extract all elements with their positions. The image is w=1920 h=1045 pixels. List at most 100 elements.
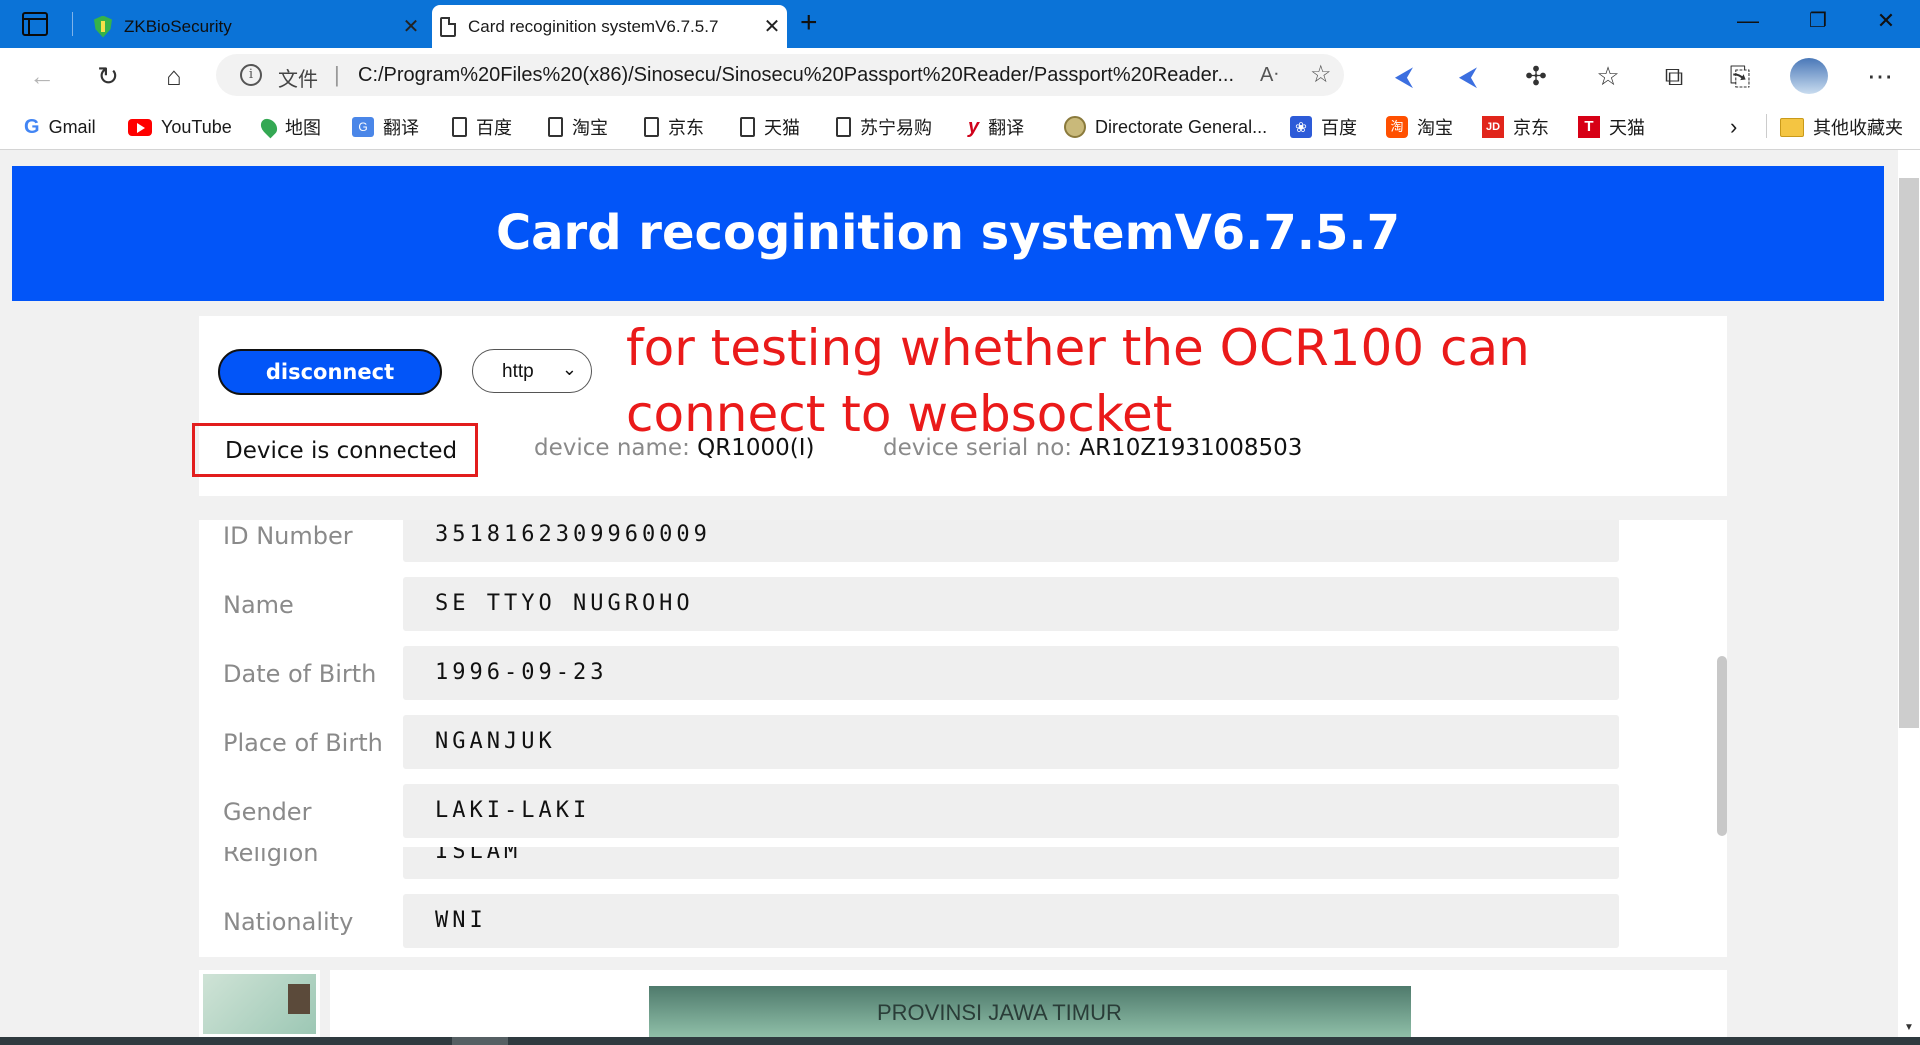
extension-icon[interactable]: ⮜ — [1450, 60, 1486, 92]
favorites-icon[interactable]: ☆ — [1590, 60, 1626, 92]
restore-icon[interactable]: ❐ — [1798, 8, 1838, 33]
bookmark-label: 天猫 — [1609, 118, 1645, 138]
info-icon[interactable]: i — [240, 64, 262, 86]
chevron-down-icon: ⌄ — [561, 359, 577, 379]
disconnect-button[interactable]: disconnect — [218, 349, 442, 395]
field-value-box[interactable]: NGANJUK — [403, 715, 1619, 769]
tab-card-recognition[interactable]: Card recoginition systemV6.7.5.7 ✕ — [432, 5, 787, 48]
bookmark-label: 百度 — [476, 118, 512, 138]
field-value: 3518162309960009 — [435, 522, 711, 547]
scroll-down-icon[interactable]: ▼ — [1904, 1022, 1914, 1033]
page-icon — [548, 117, 563, 137]
scrollbar-thumb[interactable] — [452, 1037, 508, 1045]
taobao-icon: 淘 — [1386, 116, 1408, 138]
bookmark-gmail[interactable]: G Gmail — [24, 114, 96, 140]
bookmark-label: Directorate General... — [1095, 116, 1268, 137]
bookmark-taobao-2[interactable]: 淘淘宝 — [1386, 114, 1453, 140]
bookmark-maps[interactable]: 地图 — [257, 114, 321, 140]
google-icon: G — [24, 115, 40, 138]
tab-zkbiosecurity[interactable]: ZKBioSecurity ✕ — [86, 5, 426, 48]
field-value: NGANJUK — [435, 729, 556, 754]
field-value-box[interactable]: WNI — [403, 894, 1619, 948]
zkbiosecurity-shield-icon — [94, 15, 112, 38]
home-icon[interactable]: ⌂ — [156, 60, 192, 92]
bookmark-label: 淘宝 — [1417, 118, 1453, 138]
bookmark-taobao[interactable]: 淘宝 — [548, 114, 608, 140]
bookmark-tmall-2[interactable]: T 天猫 — [1578, 114, 1645, 140]
url-text[interactable]: C:/Program%20Files%20(x86)/Sinosecu/Sino… — [358, 64, 1238, 87]
bookmark-youdao[interactable]: y 翻译 — [968, 114, 1024, 140]
field-value-box[interactable]: 3518162309960009 — [403, 520, 1619, 562]
card-image-text: PROVINSI JAWA TIMUR — [877, 1000, 1122, 1025]
protocol-value: http — [502, 361, 534, 382]
fields-scrollbar[interactable] — [1717, 656, 1727, 836]
field-value: LAKI-LAKI — [435, 798, 591, 823]
close-icon[interactable]: ✕ — [757, 14, 787, 39]
share-icon[interactable]: ⎘ — [1722, 60, 1758, 92]
device-name-info: device name: QR1000(I) — [534, 435, 815, 461]
card-image-panel: PROVINSI JAWA TIMUR — [330, 970, 1727, 1037]
field-label: Name — [223, 591, 294, 619]
protocol-select[interactable]: http ⌄ — [472, 349, 592, 393]
jd-icon: JD — [1482, 116, 1504, 138]
bookmark-tmall[interactable]: 天猫 — [740, 114, 800, 140]
field-value-box[interactable]: 1996-09-23 — [403, 646, 1619, 700]
id-card-fields-continued: Religion ISLAM Nationality WNI — [199, 847, 1727, 957]
bookmark-label: 翻译 — [383, 118, 419, 138]
field-row-id-number: ID Number 3518162309960009 — [199, 520, 1727, 562]
bookmark-label: 百度 — [1321, 118, 1357, 138]
more-menu-icon[interactable]: ⋯ — [1862, 60, 1898, 92]
field-value-box[interactable]: SE TTYO NUGROHO — [403, 577, 1619, 631]
read-aloud-icon[interactable]: A͏ᐧ — [1260, 62, 1278, 87]
field-row-religion: Religion ISLAM — [199, 847, 1727, 879]
tab-actions-icon[interactable] — [22, 12, 48, 36]
field-value-box[interactable]: ISLAM — [403, 847, 1619, 879]
bookmark-other-favorites[interactable]: 其他收藏夹 — [1780, 114, 1903, 140]
bookmark-jd[interactable]: 京东 — [644, 114, 704, 140]
page-scrollbar[interactable]: ▼ — [1898, 150, 1920, 1037]
bookmark-baidu-2[interactable]: ❀ 百度 — [1290, 114, 1357, 140]
refresh-icon[interactable]: ↻ — [90, 60, 126, 92]
folder-icon — [1780, 117, 1804, 137]
bookmarks-bar: G Gmail YouTube 地图 G 翻译 百度 淘宝 京东 天猫 苏宁易购 y… — [0, 104, 1920, 150]
device-serial-label: device serial no: — [883, 435, 1073, 461]
connection-status: Device is connected — [225, 438, 458, 464]
id-card-fields: ID Number 3518162309960009 Name SE TTYO … — [199, 520, 1727, 847]
bookmark-jd-2[interactable]: JD 京东 — [1482, 114, 1549, 140]
youdao-icon: y — [968, 115, 980, 138]
extension-icon[interactable]: ⮜ — [1386, 60, 1422, 92]
scrollbar-thumb[interactable] — [1899, 178, 1919, 728]
field-value-box[interactable]: LAKI-LAKI — [403, 784, 1619, 838]
bookmark-youtube[interactable]: YouTube — [128, 114, 232, 140]
tmall-icon: T — [1578, 116, 1600, 138]
field-value: 1996-09-23 — [435, 660, 608, 685]
page-icon — [644, 117, 659, 137]
bookmark-label: 地图 — [285, 118, 321, 138]
horizontal-scrollbar[interactable] — [0, 1037, 1920, 1045]
minimize-icon[interactable]: — — [1728, 8, 1768, 34]
bookmark-directorate[interactable]: Directorate General... — [1064, 114, 1267, 140]
card-thumbnail[interactable] — [199, 970, 320, 1037]
translate-icon: G — [352, 117, 374, 137]
profile-avatar[interactable] — [1790, 58, 1828, 94]
bookmark-suning[interactable]: 苏宁易购 — [836, 114, 932, 140]
add-favorite-icon[interactable]: ☆ — [1310, 60, 1332, 89]
page-title: Card recoginition systemV6.7.5.7 — [12, 166, 1884, 301]
extensions-icon[interactable]: ✣ — [1518, 60, 1554, 92]
chevron-right-icon[interactable]: › — [1730, 114, 1737, 140]
close-icon[interactable]: ✕ — [396, 14, 426, 39]
id-card-image: PROVINSI JAWA TIMUR — [649, 986, 1411, 1037]
collections-icon[interactable]: ⧉ — [1656, 60, 1692, 92]
back-icon[interactable]: ← — [24, 60, 60, 92]
bookmark-label: 京东 — [1513, 118, 1549, 138]
bookmark-translate[interactable]: G 翻译 — [352, 114, 419, 140]
bookmark-baidu[interactable]: 百度 — [452, 114, 512, 140]
address-bar[interactable]: i 文件 | C:/Program%20Files%20(x86)/Sinose… — [216, 54, 1344, 96]
id-card-thumbnail-image — [203, 974, 316, 1034]
device-name-label: device name: — [534, 435, 690, 461]
tab-bar: ZKBioSecurity ✕ Card recoginition system… — [0, 0, 1920, 48]
window-close-icon[interactable]: ✕ — [1866, 8, 1906, 34]
bookmark-label: YouTube — [161, 116, 232, 137]
bookmark-label: 苏宁易购 — [860, 118, 932, 138]
new-tab-icon[interactable]: + — [800, 8, 818, 38]
